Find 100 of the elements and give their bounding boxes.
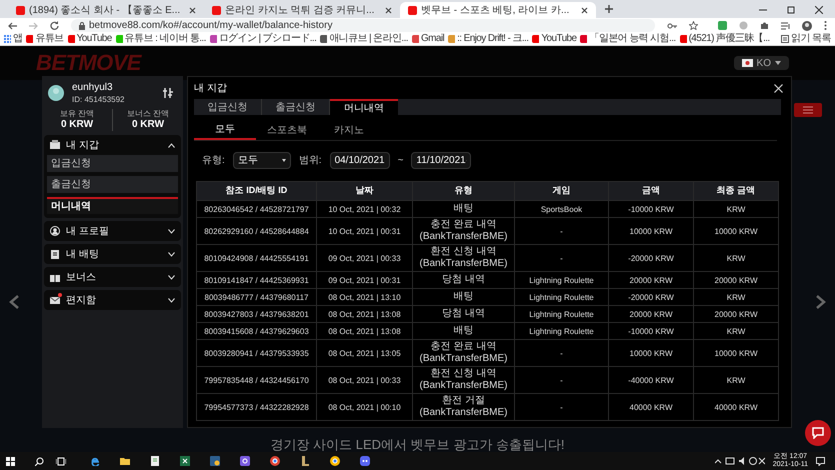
favicon-icon (408, 6, 417, 14)
bookmark-icon (4, 35, 11, 43)
user-icon (50, 226, 60, 236)
caret-icon (282, 158, 286, 162)
balance-label: 보너스 잔액 (126, 108, 170, 118)
bookmark[interactable]: YouTube (532, 34, 576, 44)
sub-tab[interactable]: 카지노 (318, 121, 380, 140)
table-cell: - (514, 394, 608, 420)
bookmark[interactable]: 유튜브 : 네이버 통... (116, 34, 206, 44)
more-icon[interactable] (824, 21, 827, 30)
table-cell: 10000 KRW (694, 340, 778, 366)
table-cell: 08 Oct, 2021 | 00:33 (316, 366, 412, 394)
language-selector[interactable]: KO (734, 56, 789, 70)
avatar-icon[interactable] (802, 20, 812, 30)
bookmark-icon (580, 35, 588, 43)
tray-icons-drawing[interactable] (714, 457, 765, 465)
media-icon[interactable] (781, 21, 790, 30)
browser-tab[interactable]: 벳무브 - 스포츠 베팅, 라이브 카... (400, 2, 596, 18)
table-cell: 09 Oct, 2021 | 00:31 (316, 272, 412, 288)
list-icon (781, 35, 790, 43)
table-cell: 20000 KRW (608, 272, 694, 288)
table-cell: Lightning Roulette (514, 306, 608, 322)
close-icon (581, 6, 588, 14)
table-cell: 80263046542 / 44528721797 (196, 200, 316, 218)
game-icon[interactable] (300, 456, 310, 466)
menu-item[interactable]: 내 배팅 (44, 244, 181, 264)
close-icon[interactable] (815, 6, 823, 14)
menu-item[interactable]: 내 지갑 (44, 135, 181, 155)
date-field[interactable]: 04/10/2021 (330, 152, 390, 168)
back-icon[interactable] (8, 22, 17, 30)
bookmark[interactable]: ログイン | ブシロード... (210, 34, 316, 44)
task-view-icon[interactable] (56, 456, 66, 466)
table-cell: 배팅 (412, 200, 514, 218)
sub-tab[interactable]: 모두 (194, 121, 256, 140)
sliders-icon[interactable] (163, 88, 173, 98)
table-cell: 당첨 내역 (412, 272, 514, 288)
chevron-icon (168, 228, 175, 234)
close-icon (385, 6, 392, 14)
bookmark-icon (210, 35, 217, 43)
spreadsheet-icon[interactable] (180, 456, 190, 466)
type-dropdown[interactable]: 모두 (232, 152, 291, 168)
menu-button-icon[interactable] (794, 103, 822, 117)
banner-text: 경기장 사이드 LED에서 벳무브 광고가 송출됩니다! (270, 438, 566, 451)
reading-list-button[interactable]: 읽기 목록 (781, 34, 831, 44)
sub-tab[interactable]: 스포츠북 (256, 121, 318, 140)
table-cell: -20000 KRW (608, 288, 694, 306)
bookmark[interactable]: Gmail (412, 34, 444, 44)
table-cell: Lightning Roulette (514, 288, 608, 306)
bookmark-icon (116, 35, 123, 43)
table-cell: 08 Oct, 2021 | 13:10 (316, 288, 412, 306)
table-cell: - (514, 340, 608, 366)
key-icon[interactable] (667, 22, 677, 30)
bookmark-icon (680, 35, 687, 43)
table-cell: 10000 KRW (608, 340, 694, 366)
windows-logo-icon[interactable] (6, 456, 15, 466)
reload-icon[interactable] (50, 21, 59, 30)
bookmark[interactable]: 앱 (4, 34, 22, 44)
table-cell: Lightning Roulette (514, 272, 608, 288)
search-icon[interactable] (35, 456, 44, 466)
chat-button[interactable] (805, 420, 831, 446)
favicon-icon (212, 6, 221, 14)
address-bar[interactable]: betmove88.com/ko#/account/my-wallet/balance-history (71, 19, 655, 32)
table-cell: 80109141847 / 44425369931 (196, 272, 316, 288)
date-field[interactable]: 11/10/2021 (411, 152, 472, 168)
bookmark[interactable]: (4521) 声優三昧【... (680, 34, 770, 44)
chat-app-icon[interactable] (360, 456, 370, 466)
bookmark-icon (320, 35, 328, 43)
app-icon[interactable] (240, 456, 250, 466)
new-tab-icon[interactable] (604, 4, 614, 14)
table-cell: 20000 KRW (694, 306, 778, 322)
wallet-tab[interactable]: 머니내역 (330, 99, 398, 115)
table-cell: 80039427803 / 44379638201 (196, 306, 316, 322)
submenu-item[interactable]: 출금신청 (47, 176, 178, 193)
document-icon[interactable] (150, 456, 160, 466)
filter-label: 유형: (202, 154, 225, 168)
table-cell: 40000 KRW (608, 394, 694, 420)
submenu-item[interactable]: 머니내역 (47, 197, 178, 214)
table-cell: 08 Oct, 2021 | 13:08 (316, 306, 412, 322)
star-icon[interactable] (689, 21, 698, 30)
menu-item[interactable]: 보너스 (44, 267, 181, 287)
bookmark[interactable]: :: Enjoy Drift! - 크... (448, 34, 528, 44)
table-cell: 20000 KRW (608, 306, 694, 322)
folder-icon[interactable] (120, 456, 130, 466)
notification-icon[interactable] (816, 456, 825, 466)
bookmark[interactable]: 애니큐브 | 온라인... (320, 34, 408, 44)
menu-item[interactable]: 편지함 (44, 290, 181, 310)
bookmark[interactable]: YouTube (68, 34, 112, 44)
bookmark[interactable]: 유튜브 (26, 34, 64, 44)
browser-icon[interactable] (270, 456, 280, 466)
wallet-tab[interactable]: 입금신청 (194, 99, 262, 115)
table-cell: 환전 거절 (BankTransferBME) (412, 394, 514, 420)
panel-title: 내 지갑 (194, 82, 227, 96)
chat-bubble-icon (812, 427, 824, 439)
submenu-item[interactable]: 입금신청 (47, 155, 178, 172)
menu-item[interactable]: 내 프로필 (44, 221, 181, 241)
bookmark[interactable]: 「일본어 능력 시험... (580, 34, 676, 44)
browser-icon[interactable] (90, 456, 100, 466)
table-cell: 환전 신청 내역 (BankTransferBME) (412, 366, 514, 394)
browser-icon[interactable] (330, 456, 340, 466)
restore-icon[interactable] (787, 6, 795, 14)
